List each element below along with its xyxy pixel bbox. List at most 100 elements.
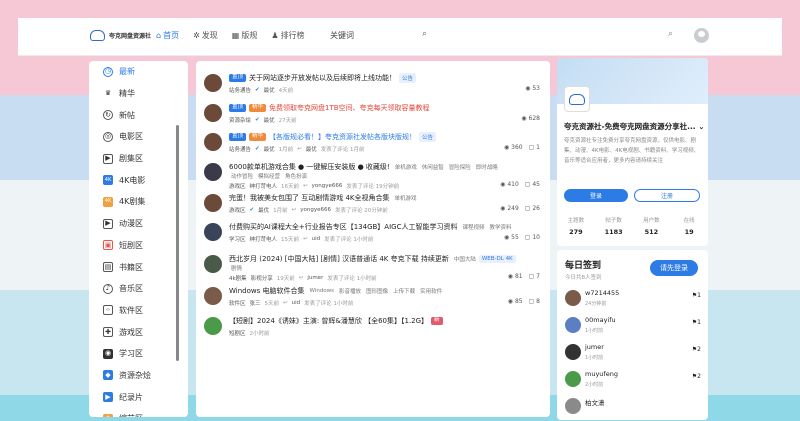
post-tag[interactable]: 实用软件 [420, 287, 442, 295]
search-toggle-icon[interactable]: ⌕ [668, 29, 673, 39]
post-author-avatar[interactable] [204, 194, 222, 212]
login-button[interactable]: 登录 [564, 189, 628, 202]
post-replier[interactable]: yongye666 [300, 207, 331, 213]
post-author-avatar[interactable] [204, 163, 222, 181]
sidebar-item-0[interactable]: ◷ 最新 [89, 61, 188, 83]
site-logo[interactable]: 夸克网盘资源社 [90, 30, 151, 41]
sidebar-item-16[interactable]: ★ 综艺区 [89, 408, 188, 417]
signin-user-avatar[interactable] [565, 398, 581, 414]
post-category[interactable]: 站务通告 [229, 145, 251, 153]
post-author-avatar[interactable] [204, 133, 222, 151]
post-tag[interactable]: 休闲益智 [422, 163, 444, 171]
nav-item-2[interactable]: ▦ 版规 [232, 30, 258, 41]
post-tag[interactable]: 冒险探险 [449, 163, 471, 171]
post-category[interactable]: 学习区 [229, 235, 246, 243]
post-tag[interactable]: 影音播放 [339, 287, 361, 295]
sidebar-item-6[interactable]: 4K 4K剧集 [89, 191, 188, 213]
signin-user-name[interactable]: w7214455 [585, 289, 619, 297]
post-category[interactable]: 短剧区 [229, 329, 246, 337]
signin-user-name[interactable]: 柏文潇 [585, 397, 605, 407]
sidebar-item-3[interactable]: ◎ 电影区 [89, 126, 188, 148]
post-title[interactable]: 付费购买的AI课程大全+行业报告专区【134GB】AIGC人工智能学习资料 [229, 222, 457, 232]
signin-user[interactable]: w7214455 24分钟前 ⚑1 [565, 288, 701, 312]
post-tag[interactable]: 单机游戏 [395, 163, 417, 171]
post-replier[interactable]: uid [312, 236, 321, 242]
post-row[interactable]: 西北岁月 (2024) [中国大陆] [剧情] 汉语普通话 4K 夸克下载 持续… [196, 251, 550, 282]
post-replier[interactable]: uid [292, 300, 301, 306]
post-title[interactable]: 完蛋！我被美女包围了 互动剧情游戏 4K全视角合集 [229, 193, 390, 203]
signin-login-button[interactable]: 请先登录 [650, 260, 698, 276]
post-tag[interactable]: 即时战略 [476, 163, 498, 171]
signin-user-avatar[interactable] [565, 344, 581, 360]
post-author-avatar[interactable] [204, 104, 222, 122]
register-button[interactable]: 注册 [634, 189, 700, 202]
sidebar-item-10[interactable]: ♪ 音乐区 [89, 278, 188, 300]
nav-item-1[interactable]: ✲ 发现 [193, 30, 218, 41]
sidebar-item-2[interactable]: ↻ 新帖 [89, 104, 188, 126]
post-tag[interactable]: 单机游戏 [395, 194, 417, 202]
sidebar-item-1[interactable]: ♛ 精华 [89, 83, 188, 105]
post-tag[interactable]: 上传下载 [393, 287, 415, 295]
post-replier[interactable]: yongye666 [312, 183, 343, 189]
post-category[interactable]: 游戏区 [229, 206, 246, 214]
post-tag[interactable]: 新 [431, 317, 443, 325]
post-row[interactable]: 6000款单机游戏合集 ● 一键解压安装版 ● 收藏级! 单机游戏 休闲益智 冒险探险… [196, 159, 550, 190]
post-row[interactable]: 置顶 关于网站逐步开放发帖以及后续即将上线功能！ 公告 站务通告 ✔ 最优 4天前 ◉ 53 [196, 70, 550, 100]
post-tag[interactable]: 剧情 [231, 264, 242, 272]
sidebar-scrollbar[interactable] [176, 125, 179, 361]
post-title[interactable]: 免费领取夸克网盘1TB空间、夸克每天领取容量教程 [269, 103, 430, 113]
post-author[interactable]: 最优 [264, 116, 275, 124]
post-tag[interactable]: 公告 [399, 73, 417, 83]
post-author[interactable]: 最优 [264, 145, 275, 153]
sidebar-item-14[interactable]: ◆ 资源杂烩 [89, 365, 188, 387]
post-tag[interactable]: 角色扮演 [285, 172, 307, 180]
post-author-avatar[interactable] [204, 317, 222, 335]
post-author[interactable]: 张三 [250, 299, 261, 307]
search-input[interactable]: 关键词 [330, 30, 354, 41]
sidebar-item-11[interactable]: ‹› 软件区 [89, 300, 188, 322]
post-row[interactable]: 【短剧】2024《诱妹》主演: 曾辉&潘慧欣 【全60集】【1.2G】新短剧区 2… [196, 313, 550, 343]
post-title[interactable]: 西北岁月 (2024) [中国大陆] [剧情] 汉语普通话 4K 夸克下载 持续… [229, 254, 449, 264]
post-tag[interactable]: WEB-DL 4K [478, 255, 516, 263]
post-author-avatar[interactable] [204, 223, 222, 241]
nav-item-3[interactable]: ♟ 排行榜 [271, 30, 304, 41]
post-category[interactable]: 站务通告 [229, 86, 251, 94]
signin-user[interactable]: 柏文潇 [565, 396, 701, 420]
sidebar-item-8[interactable]: ▣ 短剧区 [89, 235, 188, 257]
post-category[interactable]: 资源杂烩 [229, 116, 251, 124]
post-category[interactable]: 4k剧集 [229, 274, 247, 282]
signin-user-avatar[interactable] [565, 317, 581, 333]
signin-user[interactable]: 00mayifu 1小时前 ⚑1 [565, 315, 701, 339]
post-author[interactable]: 绅打苛电人 [250, 235, 278, 243]
post-tag[interactable]: 动作冒险 [231, 172, 253, 180]
post-author-avatar[interactable] [204, 287, 222, 305]
site-name[interactable]: 夸克资源社-免费夸克网盘资源分享社... ⌄ [564, 121, 705, 132]
sidebar-item-7[interactable]: ▶ 动漫区 [89, 213, 188, 235]
signin-user-avatar[interactable] [565, 290, 581, 306]
search-icon[interactable]: ⌕ [422, 29, 427, 39]
post-row[interactable]: 付费购买的AI课程大全+行业报告专区【134GB】AIGC人工智能学习资料 课程视… [196, 219, 550, 249]
signin-user-name[interactable]: muyufeng [585, 370, 618, 378]
signin-user-avatar[interactable] [565, 371, 581, 387]
post-replier[interactable]: jumer [307, 275, 323, 281]
post-replier[interactable]: 最优 [306, 145, 317, 153]
signin-user[interactable]: jumer 1小时前 ⚑2 [565, 342, 701, 366]
post-title[interactable]: 【各版规必看！】夸克资源社发帖各版块版规！ [269, 132, 416, 142]
post-tag[interactable]: 教学资料 [490, 223, 512, 231]
sidebar-item-13[interactable]: ◉ 学习区 [89, 343, 188, 365]
signin-user-name[interactable]: jumer [585, 343, 604, 351]
sidebar-item-4[interactable]: ▶ 剧集区 [89, 148, 188, 170]
post-row[interactable]: Windows 电脑软件合集 Windows 影音播放 图形图像 上传下载 实用软件 软件区… [196, 283, 550, 313]
post-tag[interactable]: 公告 [419, 132, 437, 142]
post-author[interactable]: 最优 [258, 206, 269, 214]
post-tag[interactable]: 模拟经营 [258, 172, 280, 180]
post-author[interactable]: 最优 [264, 86, 275, 94]
post-title[interactable]: Windows 电脑软件合集 [229, 286, 304, 296]
signin-user[interactable]: muyufeng 2小时前 ⚑2 [565, 369, 701, 393]
post-row[interactable]: 置顶 精华 免费领取夸克网盘1TB空间、夸克每天领取容量教程 资源杂烩 ✔ 最优 27天前 ◉… [196, 100, 550, 130]
post-tag[interactable]: 课程视频 [462, 223, 484, 231]
post-category[interactable]: 游戏区 [229, 182, 246, 190]
post-category[interactable]: 软件区 [229, 299, 246, 307]
nav-item-0[interactable]: ⌂ 首页 [156, 30, 179, 41]
sidebar-item-15[interactable]: ▶ 纪录片 [89, 386, 188, 408]
